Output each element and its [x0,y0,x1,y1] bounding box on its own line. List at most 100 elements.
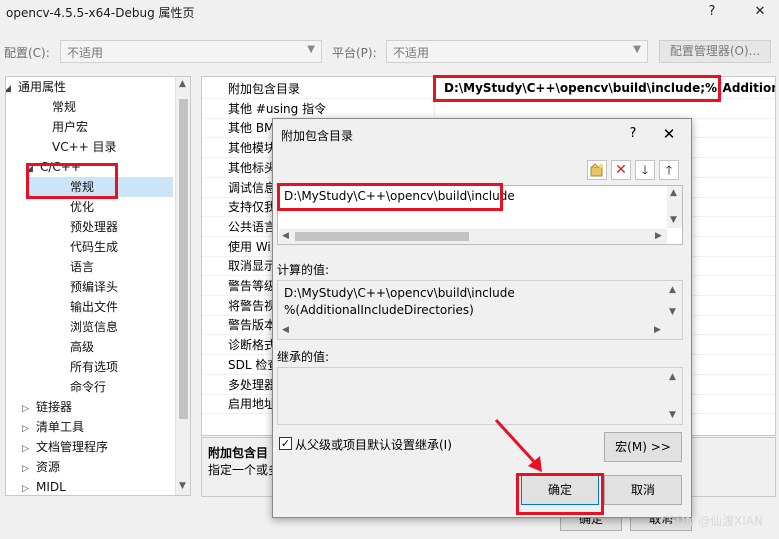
scroll-down-icon[interactable]: ▼ [669,307,676,317]
move-down-icon[interactable]: 🡓 [635,160,655,180]
tree-item-label: 清单工具 [36,420,85,434]
tree-item[interactable]: 常规 [26,177,173,197]
computed-line-2: %(AdditionalIncludeDirectories) [284,303,474,317]
property-name: 其他模块 [228,141,277,156]
tree-item-label: 语言 [70,260,95,274]
scroll-up-icon[interactable]: ▲ [669,285,676,295]
property-name: 诊断格式 [228,338,277,353]
tree-item[interactable]: 预编译头 [6,277,174,297]
editor-horizontal-scrollbar[interactable]: ◀ ▶ [279,229,667,244]
tree-item[interactable]: 高级 [6,337,174,357]
property-tree[interactable]: ◢通用属性常规用户宏VC++ 目录◢C/C++常规优化预处理器代码生成语言预编译… [5,76,191,496]
property-name: 多处理器 [228,377,277,392]
tree-item[interactable]: ◢ C/C++ [6,157,174,177]
new-line-icon[interactable] [587,160,607,180]
tree-item-label: 文档管理程序 [36,440,109,454]
tree-item-label: 优化 [70,200,95,214]
tree-item-label: 命令行 [70,380,107,394]
config-dropdown[interactable]: 不适用 ▼ [60,40,322,63]
tree-item[interactable]: 优化 [6,197,174,217]
scroll-down-icon[interactable]: ▼ [179,481,186,491]
scroll-down-icon[interactable]: ▼ [669,410,676,420]
property-name: 警告等级 [228,279,277,293]
scroll-right-icon[interactable]: ▶ [655,231,662,241]
property-name: 启用地址 [228,397,277,412]
scroll-right-icon[interactable]: ▶ [654,325,661,335]
collapsed-icon[interactable]: ▷ [22,439,34,459]
scroll-up-icon[interactable]: ▲ [669,372,676,382]
tree-item[interactable]: ▷ 资源 [6,457,174,477]
tree-item-label: 常规 [70,180,95,194]
window-close-button[interactable]: ✕ [745,2,775,22]
property-row[interactable]: 其他 #using 指令 [202,99,775,119]
computed-values-box: D:\MyStudy\C++\opencv\build\include %(Ad… [277,280,683,340]
property-name: 支持仅我 [228,200,277,215]
computed-line-1: D:\MyStudy\C++\opencv\build\include [284,286,515,300]
config-manager-button[interactable]: 配置管理器(O)... [659,40,771,63]
inherit-checkbox-label[interactable]: 从父级或项目默认设置继承(I) [295,436,452,453]
tree-item[interactable]: 所有选项 [6,357,174,377]
include-dirs-editor[interactable]: D:\MyStudy\C++\opencv\build\include ▲ ▼ … [277,185,683,245]
tree-item-label: 常规 [52,100,77,114]
tree-item[interactable]: ▷ MIDL [6,477,174,495]
scroll-left-icon[interactable]: ◀ [282,231,289,241]
property-name: 其他 #using 指令 [228,101,327,116]
collapsed-icon[interactable]: ▷ [22,419,34,439]
tree-item[interactable]: 代码生成 [6,237,174,257]
collapsed-icon[interactable]: ▷ [22,479,34,495]
tree-item[interactable]: 用户宏 [6,117,174,137]
tree-item[interactable]: 浏览信息 [6,317,174,337]
tree-scrollbar[interactable]: ▲ ▼ [175,77,190,495]
tree-item[interactable]: ▷ 文档管理程序 [6,437,174,457]
window-help-button[interactable]: ? [697,2,727,22]
macro-button[interactable]: 宏(M) >> [604,432,682,462]
dialog-ok-button[interactable]: 确定 [521,475,599,505]
platform-dropdown[interactable]: 不适用 ▼ [386,40,648,63]
scroll-down-icon[interactable]: ▼ [670,215,677,225]
chevron-down-icon: ▼ [307,44,315,55]
description-title: 附加包含目 [208,446,269,460]
include-dir-entry[interactable]: D:\MyStudy\C++\opencv\build\include [284,189,515,203]
expanded-icon[interactable]: ◢ [26,159,38,179]
dialog-close-button[interactable]: ✕ [657,123,681,145]
tree-item-label: C/C++ [40,160,81,174]
include-dirs-value[interactable]: D:\MyStudy\C++\opencv\build\include;%(Ad… [444,81,775,95]
tree-item-label: 代码生成 [70,240,119,254]
expanded-icon[interactable]: ◢ [6,79,16,99]
scroll-up-icon[interactable]: ▲ [179,79,186,89]
delete-line-icon[interactable]: ✕ [611,160,631,180]
tree-item[interactable]: ◢通用属性 [6,77,174,97]
property-name: 将警告视 [228,298,277,313]
tree-item[interactable]: 预处理器 [6,217,174,237]
inherit-checkbox[interactable]: ✓ [279,437,292,450]
property-name: 公共语言 [228,219,277,234]
property-name: 使用 Wi [228,239,271,254]
tree-item[interactable]: 命令行 [6,377,174,397]
collapsed-icon[interactable]: ▷ [22,459,34,479]
tree-item[interactable]: ▷ 链接器 [6,397,174,417]
tree-scroll-thumb[interactable] [179,99,188,419]
scroll-left-icon[interactable]: ◀ [282,325,289,335]
computed-label: 计算的值: [277,263,330,277]
scroll-up-icon[interactable]: ▲ [670,188,677,198]
property-name: 取消显示 [228,259,277,274]
tree-item-label: 输出文件 [70,300,119,314]
move-up-icon[interactable]: 🡑 [659,160,679,180]
tree-item[interactable]: VC++ 目录 [6,137,174,157]
editor-vertical-scrollbar[interactable]: ▲ ▼ [667,186,682,228]
dialog-cancel-button[interactable]: 取消 [604,475,682,505]
property-name: 其他标头 [228,160,277,175]
tree-item[interactable]: 语言 [6,257,174,277]
property-name: 警告版本 [228,318,277,333]
tree-item-label: 用户宏 [52,120,89,134]
collapsed-icon[interactable]: ▷ [22,399,34,419]
tree-item[interactable]: 输出文件 [6,297,174,317]
tree-item-label: MIDL [36,480,66,494]
tree-item-label: 资源 [36,460,61,474]
tree-item-label: 高级 [70,340,95,354]
dialog-help-button[interactable]: ? [621,123,645,145]
editor-scroll-thumb[interactable] [295,232,469,241]
tree-item[interactable]: 常规 [6,97,174,117]
property-name: 调试信息 [228,180,277,195]
tree-item[interactable]: ▷ 清单工具 [6,417,174,437]
